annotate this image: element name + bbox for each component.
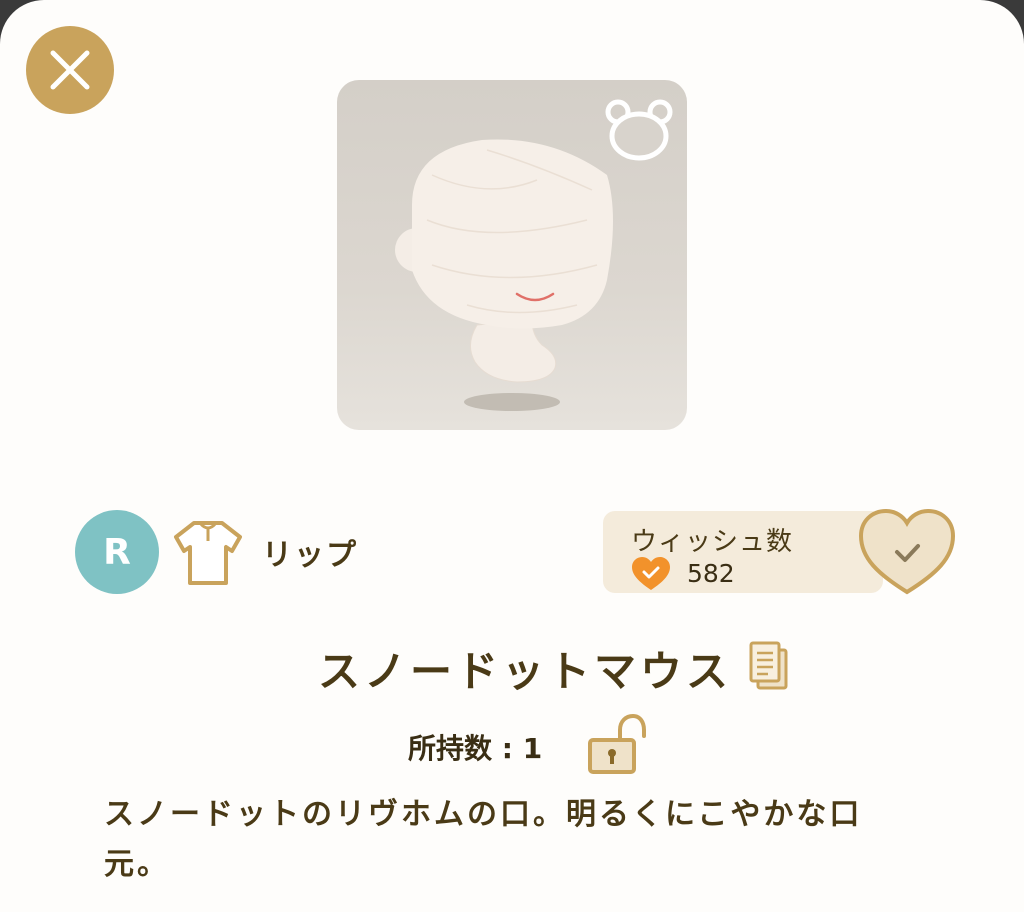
shirt-icon (174, 521, 242, 585)
item-detail-sheet: R リップ ウィッシュ数 582 スノードットマウス 所持数 : 1 スノードッ… (0, 0, 1024, 912)
wish-count-panel: ウィッシュ数 582 (603, 511, 883, 593)
category-label: リップ (262, 538, 358, 573)
wish-heart-button[interactable] (858, 508, 956, 596)
item-description: スノードットのリヴホムの口。明るくにこやかな口元。 (104, 797, 863, 882)
wish-count-value: 582 (687, 559, 735, 588)
padlock-open-icon[interactable] (586, 712, 648, 774)
item-preview-image (337, 80, 687, 430)
rarity-badge: R (75, 510, 159, 594)
owned-count: 所持数 : 1 (408, 732, 543, 765)
wish-heart-icon (632, 557, 670, 590)
item-name: スノードットマウス (318, 647, 733, 696)
bear-icon (605, 99, 673, 161)
close-icon (50, 50, 90, 90)
document-icon[interactable] (748, 640, 790, 692)
close-button[interactable] (26, 26, 114, 114)
wish-count-title: ウィッシュ数 (631, 527, 794, 557)
